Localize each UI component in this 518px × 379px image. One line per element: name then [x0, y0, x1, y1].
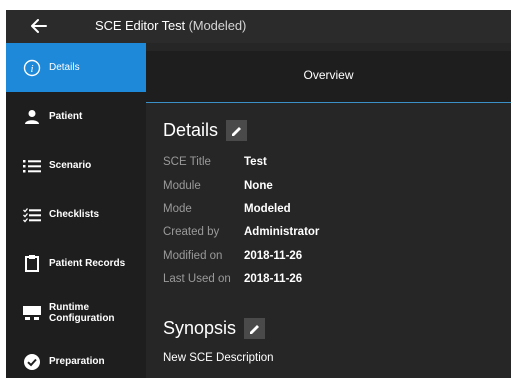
sidebar-item-patient[interactable]: Patient — [6, 92, 146, 141]
edit-details-button[interactable] — [226, 120, 248, 141]
details-heading: Details — [163, 120, 219, 140]
synopsis-heading: Synopsis — [163, 318, 237, 338]
sidebar: i Details Patient Scenario Checklists Pa… — [6, 43, 146, 378]
svg-text:i: i — [30, 63, 33, 75]
sidebar-item-label: Scenario — [49, 160, 92, 171]
sidebar-item-scenario[interactable]: Scenario — [6, 141, 146, 190]
field-label: Created by — [163, 226, 220, 238]
sidebar-item-label: Patient Records — [49, 258, 126, 269]
clipboard-icon — [22, 254, 42, 274]
app-name: SCE Editor — [95, 18, 159, 33]
check-circle-icon — [22, 352, 42, 372]
info-circle-icon: i — [22, 58, 42, 78]
sidebar-item-label: Checklists — [49, 209, 100, 220]
sidebar-item-preparation[interactable]: Preparation — [6, 337, 146, 378]
list-icon — [22, 156, 42, 176]
sidebar-item-details[interactable]: i Details — [6, 43, 146, 92]
window-title: SCE Editor Test (Modeled) — [95, 18, 246, 33]
sidebar-item-label: Details — [49, 62, 80, 73]
field-label: Last Used on — [163, 273, 231, 285]
sce-name: Test — [161, 18, 186, 33]
synopsis-text: New SCE Description — [163, 352, 274, 364]
field-value: Test — [244, 156, 267, 168]
field-value: 2018-11-26 — [244, 250, 303, 262]
field-value: Modeled — [244, 203, 291, 215]
main-panel: Overview Details SCE Title Test Module N… — [146, 43, 511, 378]
pencil-icon — [231, 126, 241, 136]
sidebar-item-label: Runtime Configuration — [49, 301, 115, 324]
synopsis-heading-row: Synopsis — [163, 318, 266, 339]
sidebar-item-patient-records[interactable]: Patient Records — [6, 239, 146, 288]
runtime-config-icon — [22, 303, 42, 323]
details-heading-row: Details — [163, 120, 248, 141]
overview-tab-bar: Overview — [146, 51, 511, 103]
field-label: Mode — [163, 203, 192, 215]
sidebar-item-label: Preparation — [49, 356, 105, 367]
field-value: 2018-11-26 — [244, 273, 303, 285]
checklist-icon — [22, 205, 42, 225]
field-label: SCE Title — [163, 156, 211, 168]
sidebar-item-runtime-configuration[interactable]: Runtime Configuration — [6, 288, 146, 337]
edit-synopsis-button[interactable] — [244, 318, 266, 339]
field-value: Administrator — [244, 226, 320, 238]
person-icon — [22, 107, 42, 127]
sidebar-item-checklists[interactable]: Checklists — [6, 190, 146, 239]
sce-status: (Modeled) — [188, 18, 247, 33]
back-button[interactable] — [28, 16, 50, 36]
pencil-icon — [249, 324, 259, 334]
field-label: Modified on — [163, 250, 223, 262]
field-label: Module — [163, 180, 201, 192]
field-value: None — [244, 180, 273, 192]
title-bar: SCE Editor Test (Modeled) — [6, 10, 511, 43]
tab-overview[interactable]: Overview — [146, 68, 511, 82]
sce-editor-window: SCE Editor Test (Modeled) i Details Pati… — [6, 10, 511, 378]
arrow-left-icon — [31, 19, 47, 33]
sidebar-item-label: Patient — [49, 111, 83, 122]
